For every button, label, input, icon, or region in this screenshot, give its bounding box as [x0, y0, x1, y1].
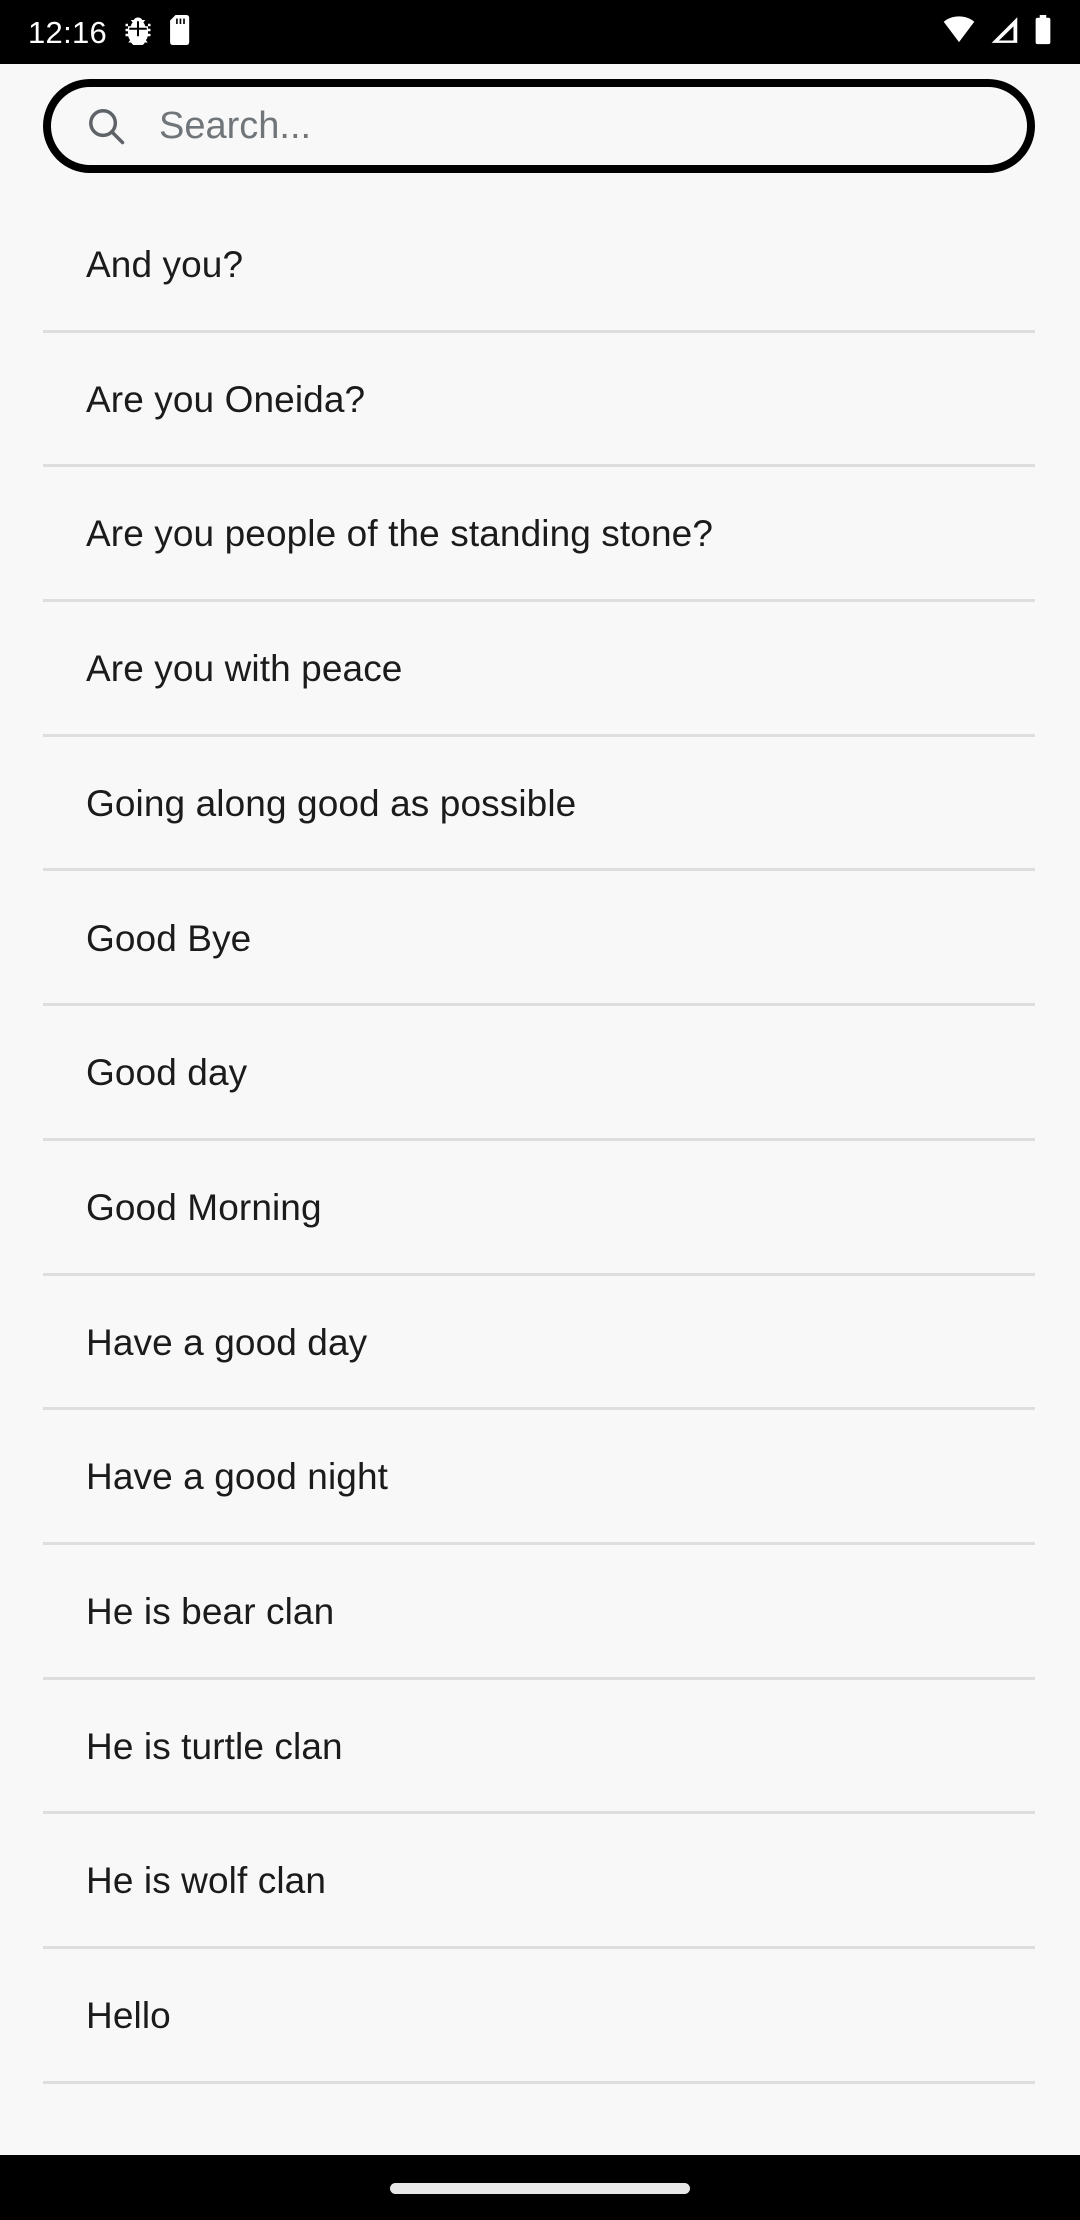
search-bar[interactable]	[43, 79, 1035, 173]
list-item-label: Hello	[86, 1995, 171, 2036]
status-bar: 12:16	[0, 0, 1080, 64]
list-item[interactable]: He is wolf clan	[0, 1814, 1080, 1949]
status-bar-right-group	[942, 14, 1052, 50]
wifi-icon	[942, 15, 976, 50]
android-debug-bug-icon	[123, 15, 153, 50]
list-item-label: And you?	[86, 244, 244, 286]
cellular-signal-icon	[990, 15, 1020, 50]
status-bar-left-group: 12:16	[28, 14, 193, 50]
list-item-label: He is wolf clan	[86, 1860, 327, 1902]
search-icon	[83, 103, 129, 149]
list-item[interactable]: Are you people of the standing stone?	[0, 467, 1080, 603]
list-item[interactable]: Good Bye	[0, 871, 1080, 1007]
list-item[interactable]: And you?	[0, 198, 1080, 333]
list-item-label: Going along good as possible	[86, 782, 577, 824]
list-divider	[43, 2080, 1035, 2084]
list-item[interactable]: He is turtle clan	[0, 1679, 1080, 1815]
list-item-label: He is turtle clan	[86, 1725, 343, 1767]
list-item[interactable]: Hello	[0, 1948, 1080, 2084]
home-gesture-pill[interactable]	[390, 2183, 690, 2194]
list-item[interactable]: Going along good as possible	[0, 736, 1080, 872]
phrase-list[interactable]: And you? Are you Oneida? Are you people …	[0, 198, 1080, 2155]
list-item[interactable]: He is bear clan	[0, 1544, 1080, 1680]
list-item-label: Good day	[86, 1052, 248, 1094]
phone-screen: 12:16 Search... And you? Are you Oneida?…	[0, 0, 1080, 2220]
list-item-label: Good Bye	[86, 917, 252, 959]
status-bar-clock: 12:16	[28, 14, 108, 50]
list-item[interactable]: Good Morning	[0, 1140, 1080, 1276]
list-item-label: Are you Oneida?	[86, 378, 366, 420]
list-item-label: Have a good night	[86, 1456, 389, 1498]
list-item-label: Have a good day	[86, 1321, 368, 1363]
sd-card-icon	[169, 14, 193, 50]
navigation-bar	[0, 2155, 1080, 2220]
list-item-label: He is bear clan	[86, 1590, 335, 1632]
list-item-label: Are you people of the standing stone?	[86, 513, 713, 555]
list-item[interactable]: Good day	[0, 1006, 1080, 1141]
search-input[interactable]	[159, 96, 1027, 156]
list-item[interactable]: Have a good night	[0, 1410, 1080, 1545]
list-item-label: Are you with peace	[86, 648, 403, 690]
list-item-label: Good Morning	[86, 1186, 322, 1228]
list-item[interactable]: Have a good day	[0, 1275, 1080, 1411]
list-item[interactable]: Are you Oneida?	[0, 332, 1080, 468]
battery-icon	[1034, 14, 1052, 50]
list-item[interactable]: Are you with peace	[0, 602, 1080, 737]
